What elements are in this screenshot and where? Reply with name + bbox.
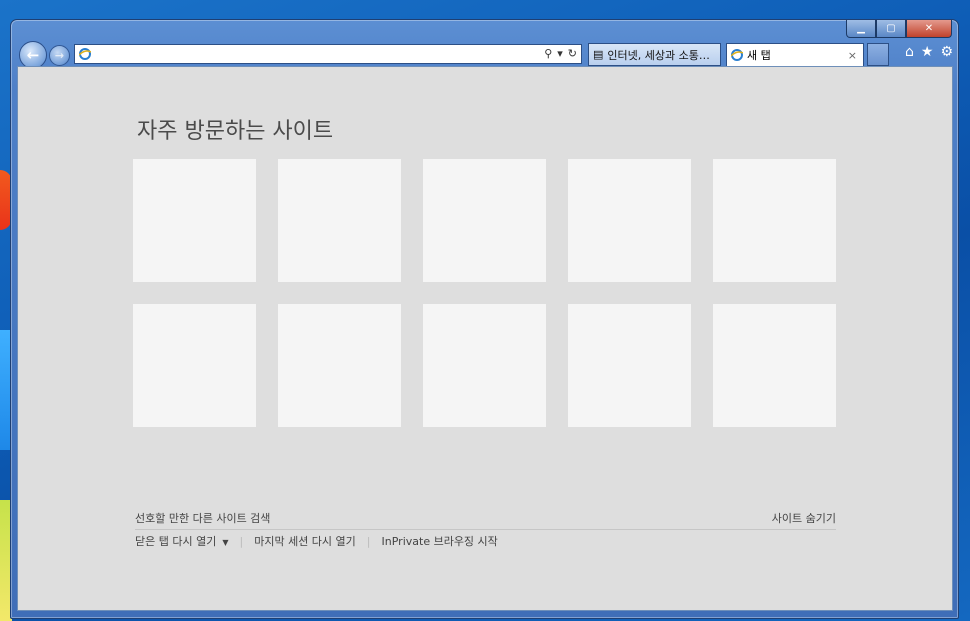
navigation-bar: ← → ⚲ ▾ ↻ ▤ 인터넷, 세상과 소통하... 새 탭 × ⌂ ★ ⚙	[16, 41, 953, 69]
search-icon[interactable]: ⚲	[544, 47, 552, 60]
site-tile[interactable]	[133, 304, 256, 427]
dropdown-icon[interactable]: ▾	[557, 47, 563, 60]
site-tile[interactable]	[133, 159, 256, 282]
divider: |	[366, 534, 371, 548]
maximize-button[interactable]: ▢	[876, 20, 906, 38]
tab-new-tab[interactable]: 새 탭 ×	[726, 43, 864, 66]
refresh-icon[interactable]: ↻	[568, 47, 577, 60]
ie-icon	[79, 48, 91, 60]
tab-internet[interactable]: ▤ 인터넷, 세상과 소통하...	[588, 43, 721, 66]
home-icon[interactable]: ⌂	[905, 44, 914, 60]
browser-window: ▁ ▢ ✕ ← → ⚲ ▾ ↻ ▤ 인터넷, 세상과 소통하... 새 탭 × …	[10, 19, 959, 619]
new-tab-page: 자주 방문하는 사이트 선호할 만한 다른 사이트 검색 사이트 숨기기 닫은 …	[17, 66, 953, 611]
close-icon: ✕	[924, 23, 934, 34]
footer-top: 선호할 만한 다른 사이트 검색 사이트 숨기기	[135, 509, 836, 530]
site-tile[interactable]	[713, 304, 836, 427]
reopen-last-session-link[interactable]: 마지막 세션 다시 열기	[254, 533, 356, 549]
frequent-sites-grid	[133, 159, 836, 427]
minimize-button[interactable]: ▁	[846, 20, 876, 38]
back-button[interactable]: ←	[19, 41, 47, 69]
hide-sites-link[interactable]: 사이트 숨기기	[772, 510, 836, 526]
new-tab-button[interactable]	[867, 43, 889, 66]
close-button[interactable]: ✕	[906, 20, 952, 38]
back-arrow-icon: ←	[26, 46, 40, 64]
forward-button[interactable]: →	[49, 45, 70, 66]
site-tile[interactable]	[278, 159, 401, 282]
divider: |	[239, 534, 244, 548]
site-tile[interactable]	[568, 159, 691, 282]
site-tile[interactable]	[568, 304, 691, 427]
footer-links: 닫은 탭 다시 열기 ▼ | 마지막 세션 다시 열기 | InPrivate 브…	[135, 533, 498, 549]
tab-label: 인터넷, 세상과 소통하...	[607, 48, 714, 62]
tab-label: 새 탭	[747, 49, 771, 62]
forward-arrow-icon: →	[54, 49, 65, 62]
chevron-down-icon: ▼	[222, 538, 229, 547]
address-bar[interactable]: ⚲ ▾ ↻	[74, 44, 582, 64]
favorites-icon[interactable]: ★	[921, 44, 934, 60]
page-title: 자주 방문하는 사이트	[137, 119, 334, 144]
close-tab-icon[interactable]: ×	[848, 49, 857, 62]
tools-icon[interactable]: ⚙	[940, 44, 953, 60]
command-icons: ⌂ ★ ⚙	[905, 44, 953, 60]
reopen-closed-label: 닫은 탭 다시 열기	[135, 535, 217, 548]
minimize-icon: ▁	[857, 23, 865, 34]
ie-icon	[731, 49, 743, 61]
discover-sites-link[interactable]: 선호할 만한 다른 사이트 검색	[135, 510, 270, 526]
site-tile[interactable]	[278, 304, 401, 427]
site-tile[interactable]	[423, 304, 546, 427]
address-input[interactable]	[95, 46, 525, 62]
site-tile[interactable]	[423, 159, 546, 282]
page-icon: ▤	[593, 48, 604, 61]
maximize-icon: ▢	[886, 23, 896, 34]
caption-buttons: ▁ ▢ ✕	[846, 20, 952, 38]
reopen-closed-tabs-link[interactable]: 닫은 탭 다시 열기 ▼	[135, 533, 229, 549]
inprivate-link[interactable]: InPrivate 브라우징 시작	[382, 533, 498, 549]
address-tools: ⚲ ▾ ↻	[544, 47, 577, 60]
site-tile[interactable]	[713, 159, 836, 282]
